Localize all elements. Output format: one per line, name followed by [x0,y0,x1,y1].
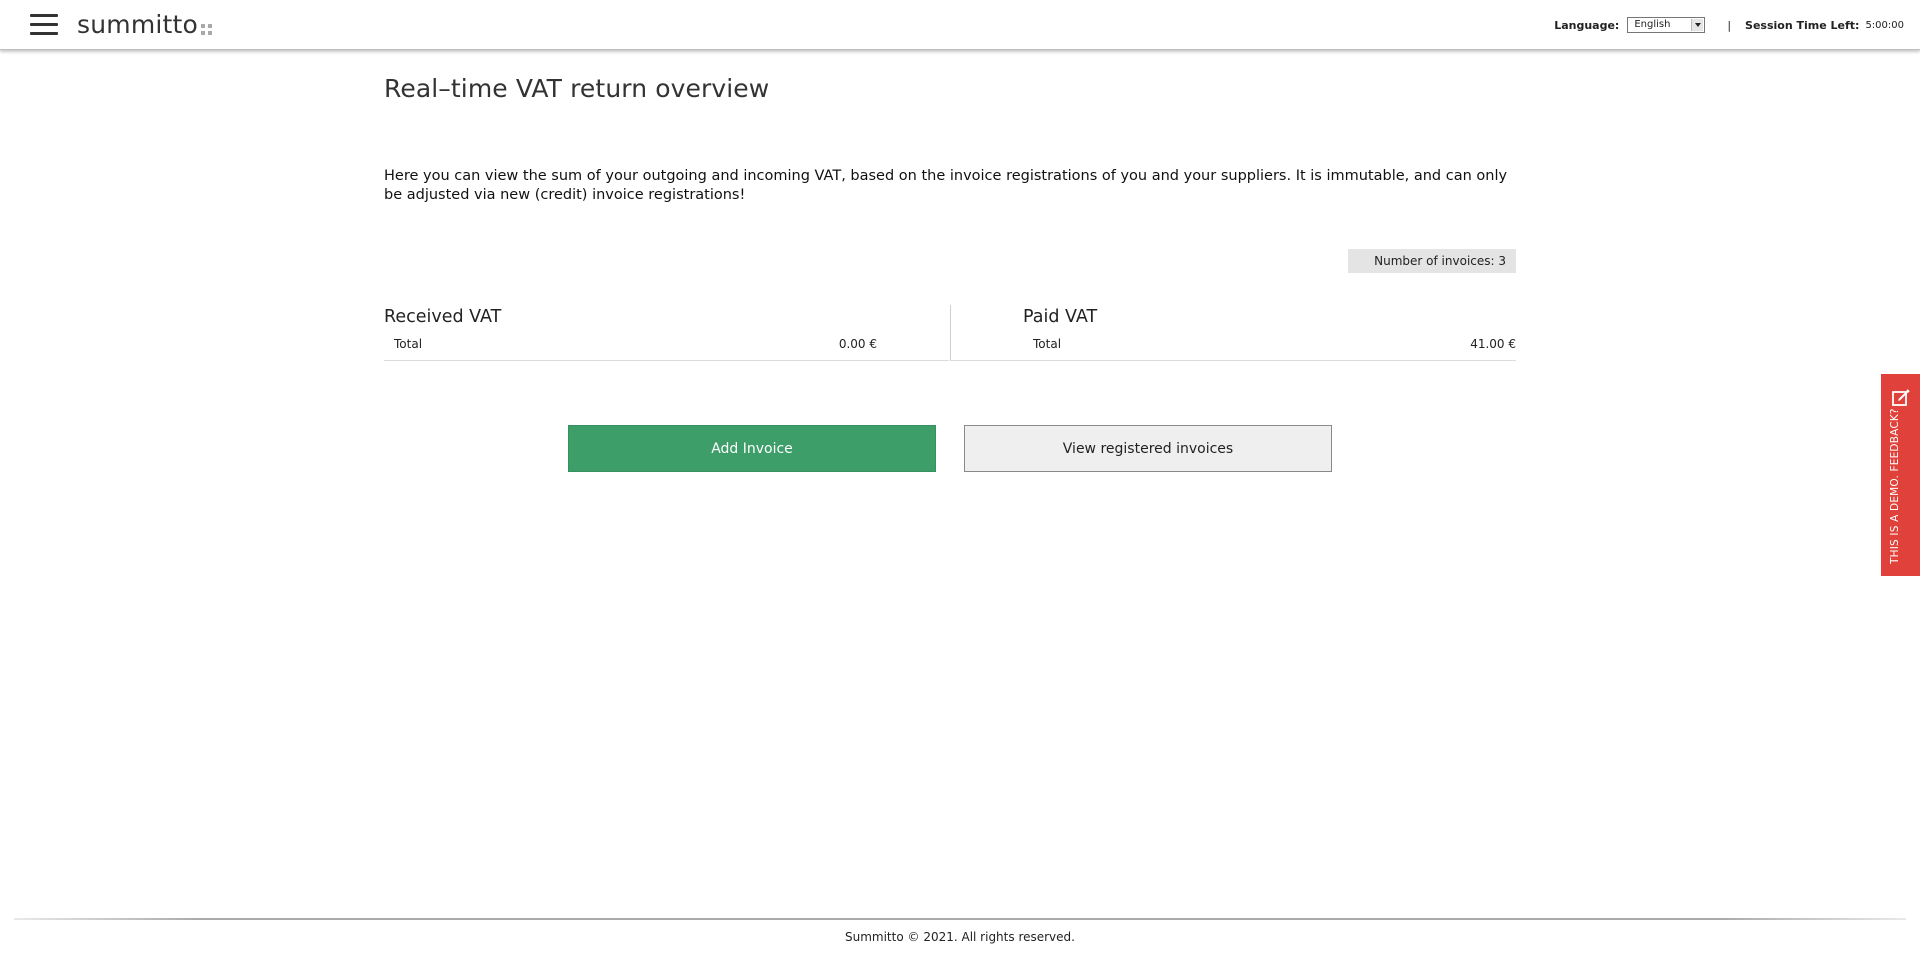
logo-text: summitto [77,10,199,39]
chevron-down-icon [1691,19,1704,31]
header-right: Language: English | Session Time Left: 5… [1554,16,1904,34]
intro-text: Here you can view the sum of your outgoi… [384,168,1508,203]
received-vat-total-row: Total 0.00 € [394,335,877,353]
received-vat-total-value: 0.00 € [838,337,877,351]
feedback-tab[interactable]: THIS IS A DEMO. FEEDBACK? [1881,374,1920,576]
footer-divider [14,918,1906,920]
language-label: Language: [1554,18,1620,32]
paid-vat-total-value: 41.00 € [1470,337,1516,351]
session-time: 5:00:00 [1865,19,1904,31]
logo-dots-icon [201,23,213,35]
received-vat-title: Received VAT [384,307,502,327]
language-selected: English [1634,19,1671,30]
menu-icon[interactable] [30,14,58,36]
top-header: summitto Language: English | Session Tim… [0,0,1920,50]
invoice-count-badge: Number of invoices: 3 [1348,249,1516,273]
edit-note-icon [1892,389,1910,406]
add-invoice-button[interactable]: Add Invoice [568,425,936,472]
header-separator: | [1727,18,1732,32]
paid-vat-total-label: Total [1033,337,1062,351]
paid-vat-section: Paid VAT Total 41.00 € [950,305,1516,361]
page-title: Real–time VAT return overview [384,74,770,103]
received-vat-total-label: Total [394,337,423,351]
paid-vat-title: Paid VAT [1023,307,1098,327]
feedback-label: THIS IS A DEMO. FEEDBACK? [1889,408,1901,564]
view-registered-invoices-button[interactable]: View registered invoices [964,425,1332,472]
logo[interactable]: summitto [77,9,213,41]
paid-vat-total-row: Total 41.00 € [1033,335,1516,353]
session-label: Session Time Left: [1745,18,1860,32]
received-vat-section: Received VAT Total 0.00 € [384,305,949,361]
language-select[interactable]: English [1627,17,1706,33]
footer-copyright: Summitto © 2021. All rights reserved. [845,930,1075,944]
